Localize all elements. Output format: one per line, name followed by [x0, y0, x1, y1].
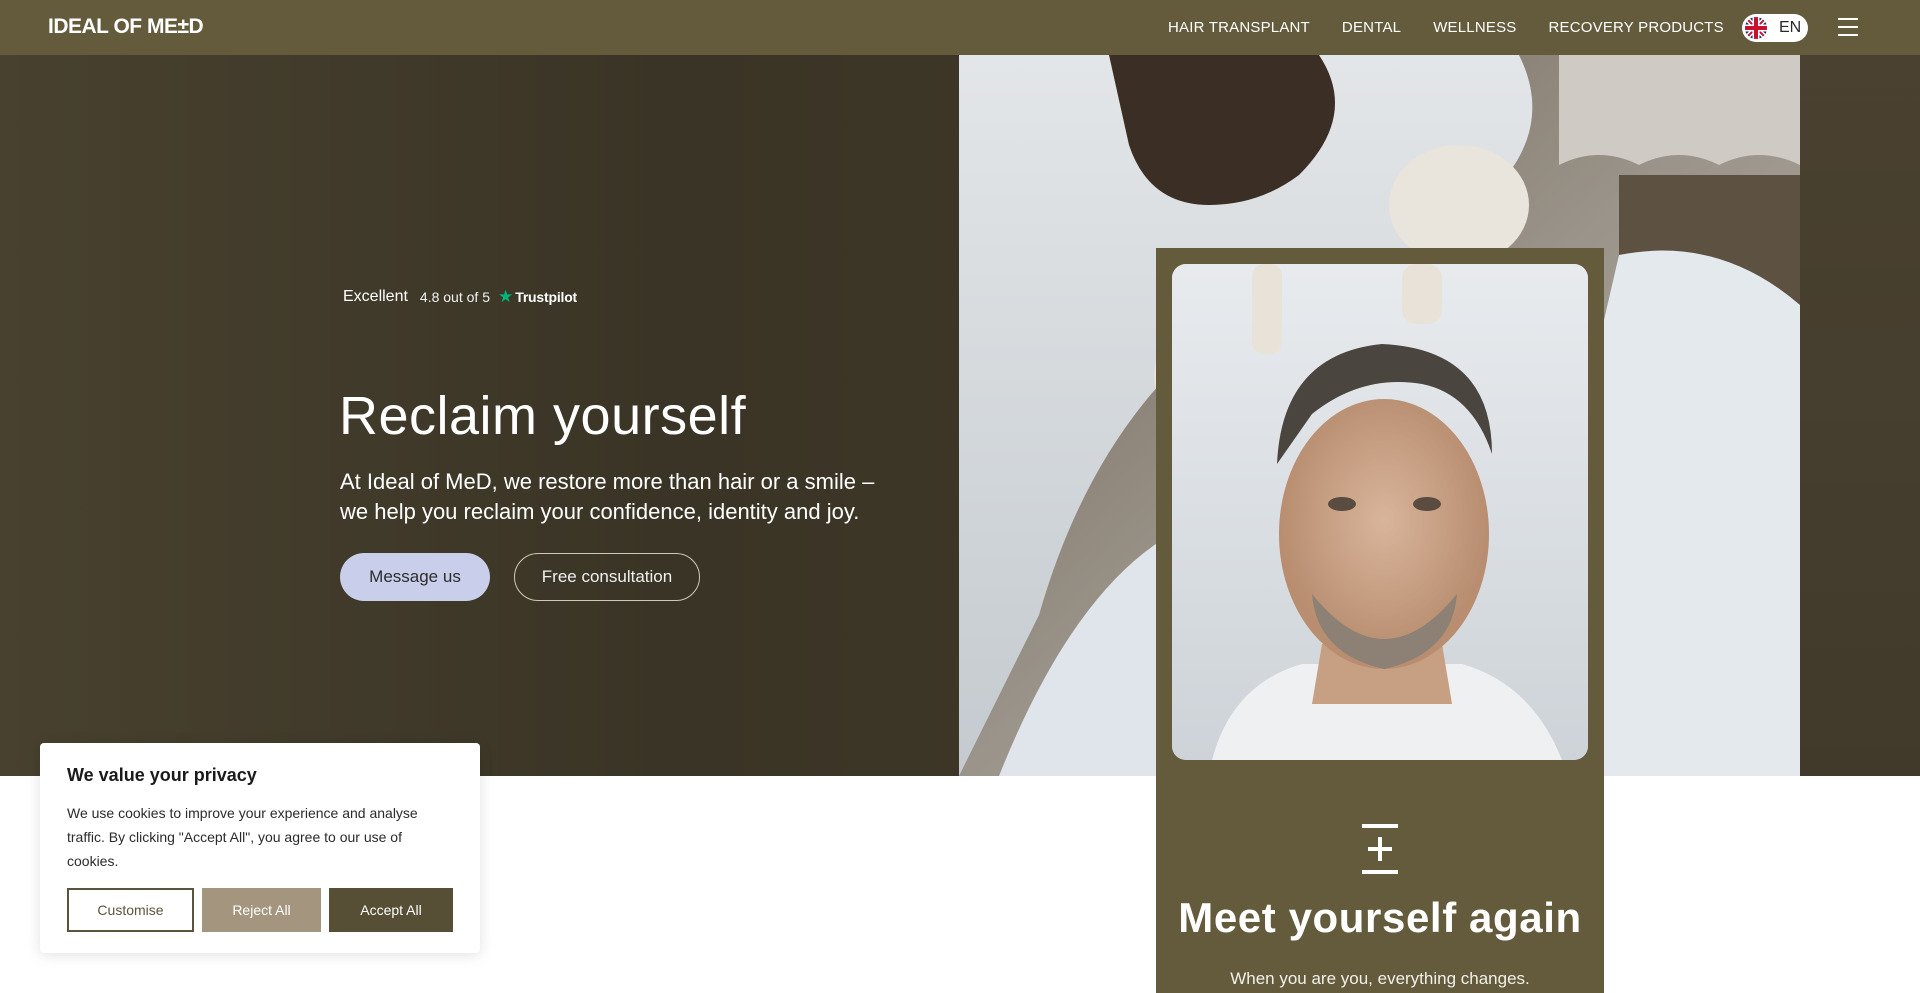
rating-score: 4.8 out of 5 — [419, 289, 490, 305]
hero-title: Reclaim yourself — [339, 386, 747, 446]
nav-recovery-products[interactable]: RECOVERY PRODUCTS — [1549, 19, 1724, 36]
language-selector[interactable]: EN — [1742, 14, 1808, 42]
card-text: When you are you, everything changes. — [1230, 969, 1530, 988]
logo[interactable]: IDEAL OF ME±D — [48, 14, 204, 40]
hero-subtitle: At Ideal of MeD, we restore more than ha… — [340, 469, 875, 524]
hamburger-menu-icon[interactable] — [1838, 18, 1858, 36]
rating-label: Excellent — [343, 288, 408, 305]
free-consultation-button[interactable]: Free consultation — [514, 553, 700, 601]
trustpilot-rating[interactable]: Excellent 4.8 out of 5 ★ Trustpilot — [343, 287, 577, 307]
feature-card: Meet yourself again When you are you, ev… — [1156, 248, 1604, 993]
trustpilot-brand: Trustpilot — [515, 289, 578, 305]
nav-wellness[interactable]: WELLNESS — [1433, 19, 1516, 36]
plus-minus-logo-icon — [1362, 824, 1398, 874]
logo-wordmark: IDEAL OF ME±D — [48, 15, 204, 38]
nav-hair-transplant[interactable]: HAIR TRANSPLANT — [1168, 19, 1310, 36]
uk-flag-icon — [1745, 17, 1767, 39]
card-title: Meet yourself again — [1178, 894, 1582, 941]
language-label: EN — [1779, 19, 1802, 36]
hero-background-strip — [1800, 55, 1920, 776]
cookie-title: We value your privacy — [67, 765, 257, 785]
reject-all-button[interactable]: Reject All — [202, 888, 321, 932]
message-us-button[interactable]: Message us — [340, 553, 490, 601]
portrait-photo — [1172, 264, 1588, 760]
cookie-consent-banner: We value your privacy We use cookies to … — [40, 743, 480, 953]
main-nav: HAIR TRANSPLANT DENTAL WELLNESS RECOVERY… — [1168, 0, 1724, 55]
trustpilot-star-icon: ★ — [497, 287, 514, 306]
customise-button[interactable]: Customise — [67, 888, 194, 932]
site-header: IDEAL OF ME±D HAIR TRANSPLANT DENTAL WEL… — [0, 0, 1920, 55]
nav-dental[interactable]: DENTAL — [1342, 19, 1401, 36]
accept-all-button[interactable]: Accept All — [329, 888, 453, 932]
hero-section: Excellent 4.8 out of 5 ★ Trustpilot Recl… — [0, 55, 1920, 776]
cookie-text: We use cookies to improve your experienc… — [67, 805, 418, 869]
